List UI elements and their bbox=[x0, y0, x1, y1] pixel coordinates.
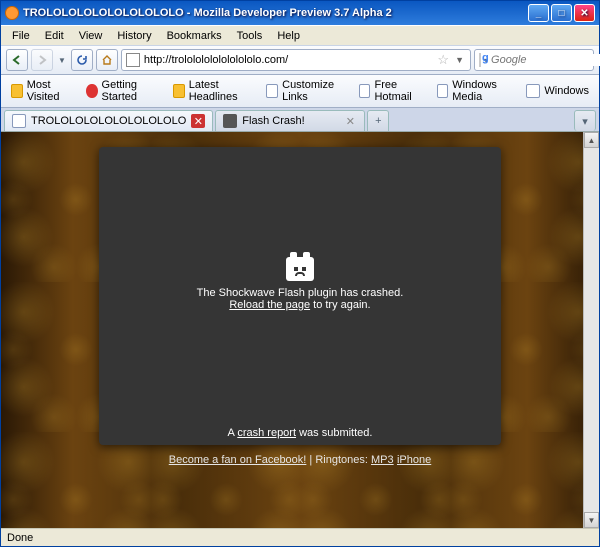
menu-help[interactable]: Help bbox=[270, 28, 307, 44]
page-icon bbox=[437, 84, 449, 98]
search-box[interactable]: ▾ bbox=[474, 49, 594, 71]
tab-trololo[interactable]: TROLOLOLOLOLOLOLOLOLO ✕ bbox=[4, 110, 213, 131]
new-tab-button[interactable]: + bbox=[367, 110, 389, 131]
reload-button[interactable] bbox=[71, 49, 93, 71]
search-input[interactable] bbox=[491, 54, 600, 66]
status-text: Done bbox=[7, 532, 33, 544]
plugin-crash-notice: The Shockwave Flash plugin has crashed. … bbox=[99, 147, 501, 445]
minimize-button[interactable]: _ bbox=[528, 4, 549, 22]
page-icon bbox=[12, 114, 26, 128]
bookmark-label: Windows Media bbox=[452, 79, 515, 103]
menu-bookmarks[interactable]: Bookmarks bbox=[160, 28, 229, 44]
bookmark-label: Getting Started bbox=[102, 79, 162, 103]
scroll-up-button[interactable]: ▲ bbox=[584, 132, 599, 148]
content-area: The Shockwave Flash plugin has crashed. … bbox=[1, 132, 599, 528]
bookmark-windows[interactable]: Windows bbox=[521, 82, 594, 100]
menu-view[interactable]: View bbox=[72, 28, 110, 44]
crash-report-link[interactable]: crash report bbox=[237, 427, 296, 439]
window-title: TROLOLOLOLOLOLOLOLOLO - Mozilla Develope… bbox=[23, 7, 528, 19]
plugin-icon bbox=[223, 114, 237, 128]
url-input[interactable] bbox=[144, 54, 434, 66]
crash-reload-line: Reload the page to try again. bbox=[197, 299, 404, 311]
tab-label: TROLOLOLOLOLOLOLOLOLO bbox=[31, 115, 186, 127]
scroll-track[interactable] bbox=[584, 148, 599, 512]
bookmark-label: Customize Links bbox=[282, 79, 348, 103]
crash-message: The Shockwave Flash plugin has crashed. bbox=[197, 287, 404, 299]
forward-button[interactable] bbox=[31, 49, 53, 71]
bookmarks-toolbar: Most Visited Getting Started Latest Head… bbox=[1, 75, 599, 108]
bookmark-label: Most Visited bbox=[27, 79, 75, 103]
rss-icon bbox=[173, 84, 185, 98]
url-dropdown-icon[interactable]: ▼ bbox=[453, 55, 466, 65]
home-button[interactable] bbox=[96, 49, 118, 71]
menu-edit[interactable]: Edit bbox=[38, 28, 71, 44]
firefox-small-icon bbox=[86, 84, 97, 98]
bookmark-most-visited[interactable]: Most Visited bbox=[6, 77, 80, 105]
browser-window: TROLOLOLOLOLOLOLOLOLO - Mozilla Develope… bbox=[0, 0, 600, 547]
facebook-fan-link[interactable]: Become a fan on Facebook! bbox=[169, 454, 307, 466]
tab-close-icon[interactable]: ✕ bbox=[191, 114, 205, 128]
nav-toolbar: ▼ ☆ ▼ ▾ bbox=[1, 45, 599, 75]
page-icon bbox=[359, 84, 371, 98]
back-button[interactable] bbox=[6, 49, 28, 71]
page-footer-links: Become a fan on Facebook! | Ringtones: M… bbox=[1, 452, 599, 466]
bookmark-free-hotmail[interactable]: Free Hotmail bbox=[354, 77, 431, 105]
ringtone-mp3-link[interactable]: MP3 bbox=[371, 454, 394, 466]
crash-suffix: to try again. bbox=[310, 299, 371, 311]
ringtones-label: Ringtones: bbox=[315, 454, 371, 466]
bookmark-label: Latest Headlines bbox=[189, 79, 256, 103]
reload-page-link[interactable]: Reload the page bbox=[229, 299, 310, 311]
scroll-down-button[interactable]: ▼ bbox=[584, 512, 599, 528]
bookmark-label: Windows bbox=[544, 85, 589, 97]
bookmark-getting-started[interactable]: Getting Started bbox=[81, 77, 167, 105]
status-bar: Done bbox=[1, 528, 599, 546]
sad-plugin-icon bbox=[286, 257, 314, 281]
close-button[interactable]: ✕ bbox=[574, 4, 595, 22]
list-tabs-button[interactable]: ▾ bbox=[574, 110, 596, 131]
url-bar[interactable]: ☆ ▼ bbox=[121, 49, 471, 71]
bookmark-label: Free Hotmail bbox=[374, 79, 425, 103]
bookmark-latest-headlines[interactable]: Latest Headlines bbox=[168, 77, 260, 105]
ringtone-iphone-link[interactable]: iPhone bbox=[397, 454, 431, 466]
page-icon bbox=[126, 53, 140, 67]
folder-icon bbox=[11, 84, 23, 98]
menu-bar: File Edit View History Bookmarks Tools H… bbox=[1, 25, 599, 45]
menu-tools[interactable]: Tools bbox=[230, 28, 270, 44]
bookmark-customize-links[interactable]: Customize Links bbox=[261, 77, 352, 105]
menu-file[interactable]: File bbox=[5, 28, 37, 44]
google-icon bbox=[479, 53, 481, 67]
bookmark-windows-media[interactable]: Windows Media bbox=[432, 77, 521, 105]
tab-strip: TROLOLOLOLOLOLOLOLOLO ✕ Flash Crash! ✕ +… bbox=[1, 108, 599, 132]
tab-close-icon[interactable]: ✕ bbox=[343, 114, 357, 128]
crash-report-line: A crash report was submitted. bbox=[222, 421, 379, 445]
page-icon bbox=[526, 84, 540, 98]
tab-label: Flash Crash! bbox=[242, 115, 304, 127]
bookmark-star-icon[interactable]: ☆ bbox=[433, 52, 453, 68]
title-bar[interactable]: TROLOLOLOLOLOLOLOLOLO - Mozilla Develope… bbox=[1, 1, 599, 25]
firefox-icon bbox=[5, 6, 19, 20]
maximize-button[interactable]: □ bbox=[551, 4, 572, 22]
tab-flash-crash[interactable]: Flash Crash! ✕ bbox=[215, 110, 365, 131]
vertical-scrollbar[interactable]: ▲ ▼ bbox=[583, 132, 599, 528]
menu-history[interactable]: History bbox=[110, 28, 158, 44]
page-icon bbox=[266, 84, 278, 98]
nav-dropdown-icon[interactable]: ▼ bbox=[56, 56, 68, 65]
